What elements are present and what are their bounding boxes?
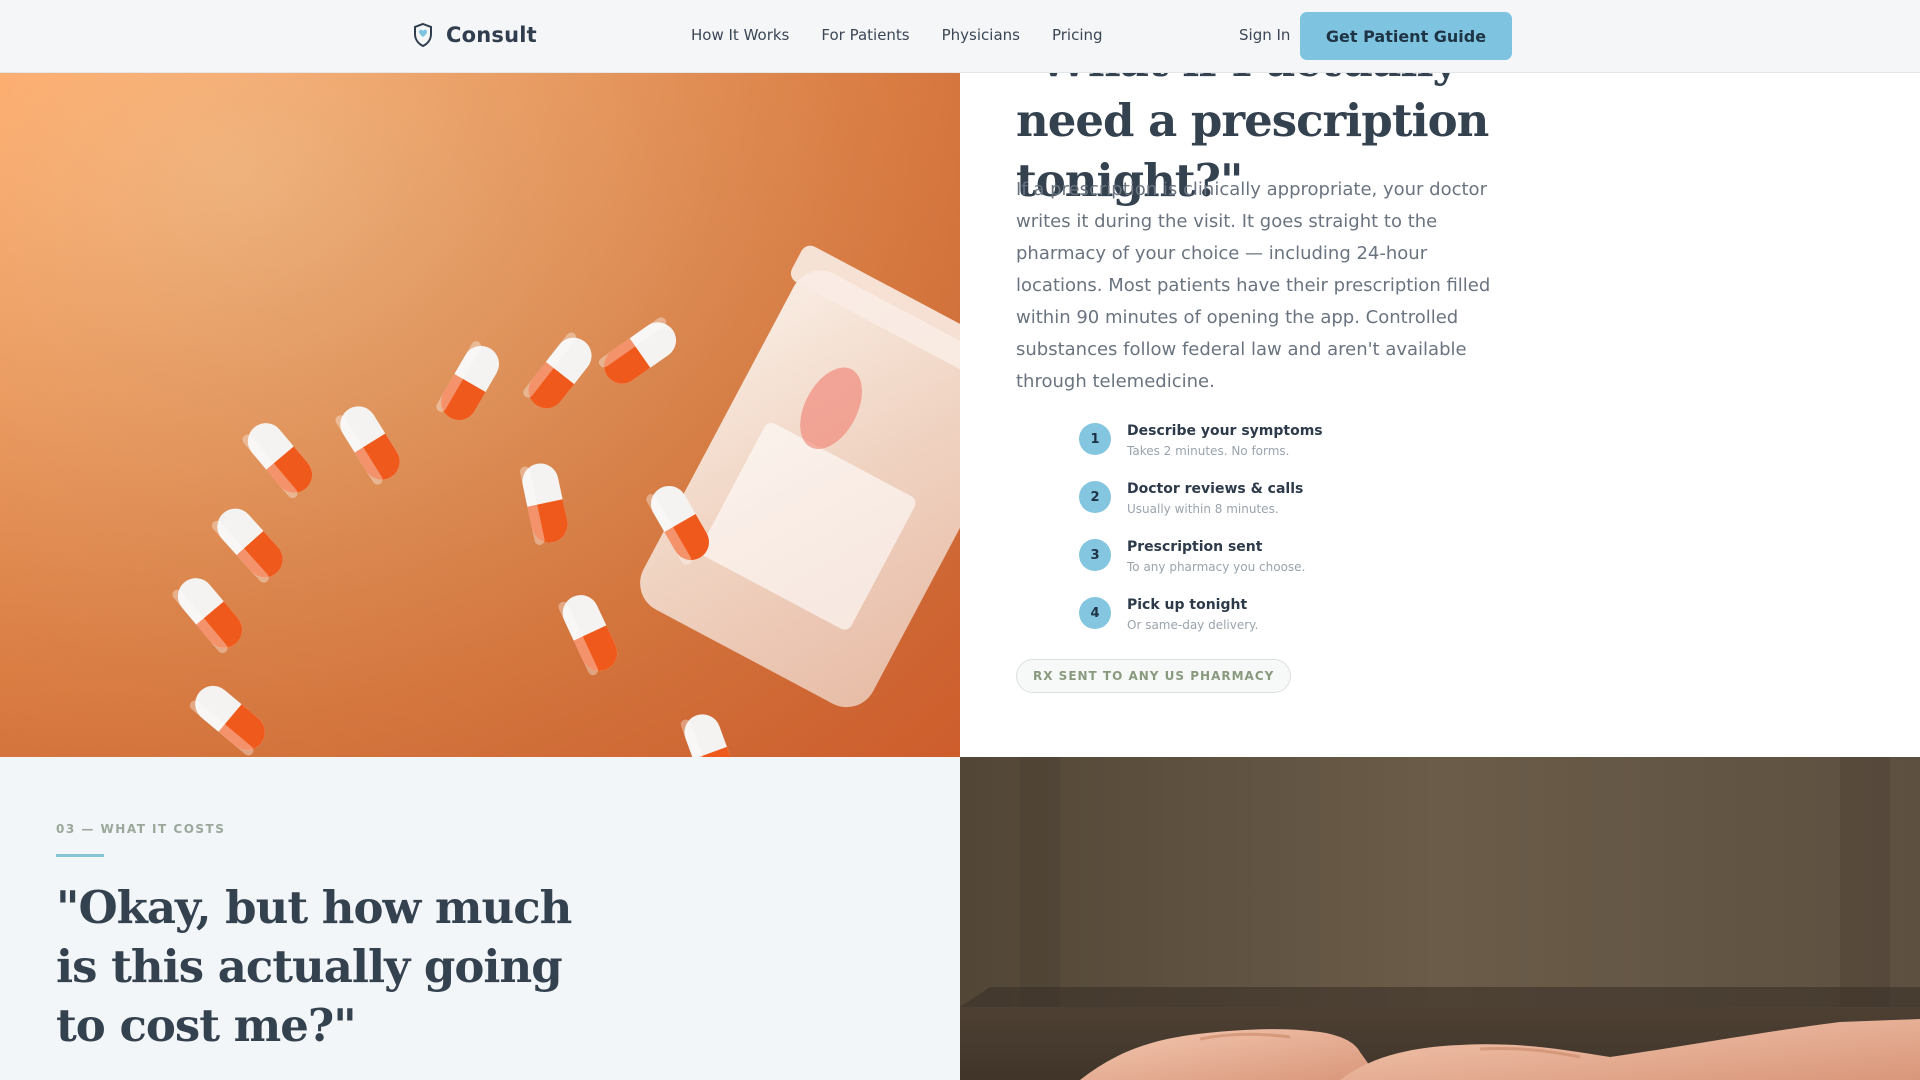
section-eyebrow: 03 — WHAT IT COSTS: [56, 822, 226, 836]
top-nav: Consult How It Works For Patients Physic…: [0, 0, 1920, 73]
sign-in-link[interactable]: Sign In: [1239, 26, 1290, 44]
step-item: 1 Describe your symptoms Takes 2 minutes…: [1079, 422, 1323, 480]
step-item: 2 Doctor reviews & calls Usually within …: [1079, 480, 1323, 538]
pills-illustration: [0, 73, 960, 757]
nav-link-pricing[interactable]: Pricing: [1052, 26, 1103, 44]
step-title: Pick up tonight: [1127, 597, 1248, 613]
brand-logo[interactable]: Consult: [412, 22, 537, 48]
step-number-badge: 4: [1079, 597, 1111, 629]
step-item: 3 Prescription sent To any pharmacy you …: [1079, 538, 1323, 596]
prescription-body: If a prescription is clinically appropri…: [1016, 179, 1491, 392]
step-item: 4 Pick up tonight Or same-day delivery.: [1079, 596, 1323, 654]
step-subtitle: Takes 2 minutes. No forms.: [1127, 444, 1290, 458]
step-number-badge: 1: [1079, 423, 1111, 455]
prescription-section: "What if I actually need a prescription …: [960, 73, 1920, 757]
step-number-badge: 2: [1079, 481, 1111, 513]
step-title: Describe your symptoms: [1127, 423, 1323, 439]
step-title: Doctor reviews & calls: [1127, 481, 1304, 497]
cost-heading: "Okay, but how much is this actually goi…: [56, 881, 572, 1052]
eyebrow-divider: [56, 854, 104, 857]
step-subtitle: To any pharmacy you choose.: [1127, 560, 1306, 574]
laptop-typing-photo: [960, 757, 1920, 1080]
step-number-badge: 3: [1079, 539, 1111, 571]
pharmacy-badge: RX SENT TO ANY US PHARMACY: [1016, 659, 1292, 693]
step-title: Prescription sent: [1127, 539, 1263, 555]
nav-link-how-it-works[interactable]: How It Works: [691, 26, 789, 44]
pills-photo: [0, 73, 960, 757]
step-subtitle: Usually within 8 minutes.: [1127, 502, 1279, 516]
nav-links: How It Works For Patients Physicians Pri…: [691, 26, 1103, 44]
nav-link-physicians[interactable]: Physicians: [942, 26, 1020, 44]
step-subtitle: Or same-day delivery.: [1127, 618, 1259, 632]
brand-name: Consult: [446, 23, 537, 47]
get-patient-guide-button[interactable]: Get Patient Guide: [1300, 12, 1512, 60]
cost-section: 03 — WHAT IT COSTS "Okay, but how much i…: [0, 757, 960, 1080]
heart-shield-icon: [414, 22, 432, 48]
nav-link-for-patients[interactable]: For Patients: [821, 26, 909, 44]
hands-on-laptop-illustration: [960, 757, 1920, 1080]
steps-list: 1 Describe your symptoms Takes 2 minutes…: [1079, 422, 1323, 654]
